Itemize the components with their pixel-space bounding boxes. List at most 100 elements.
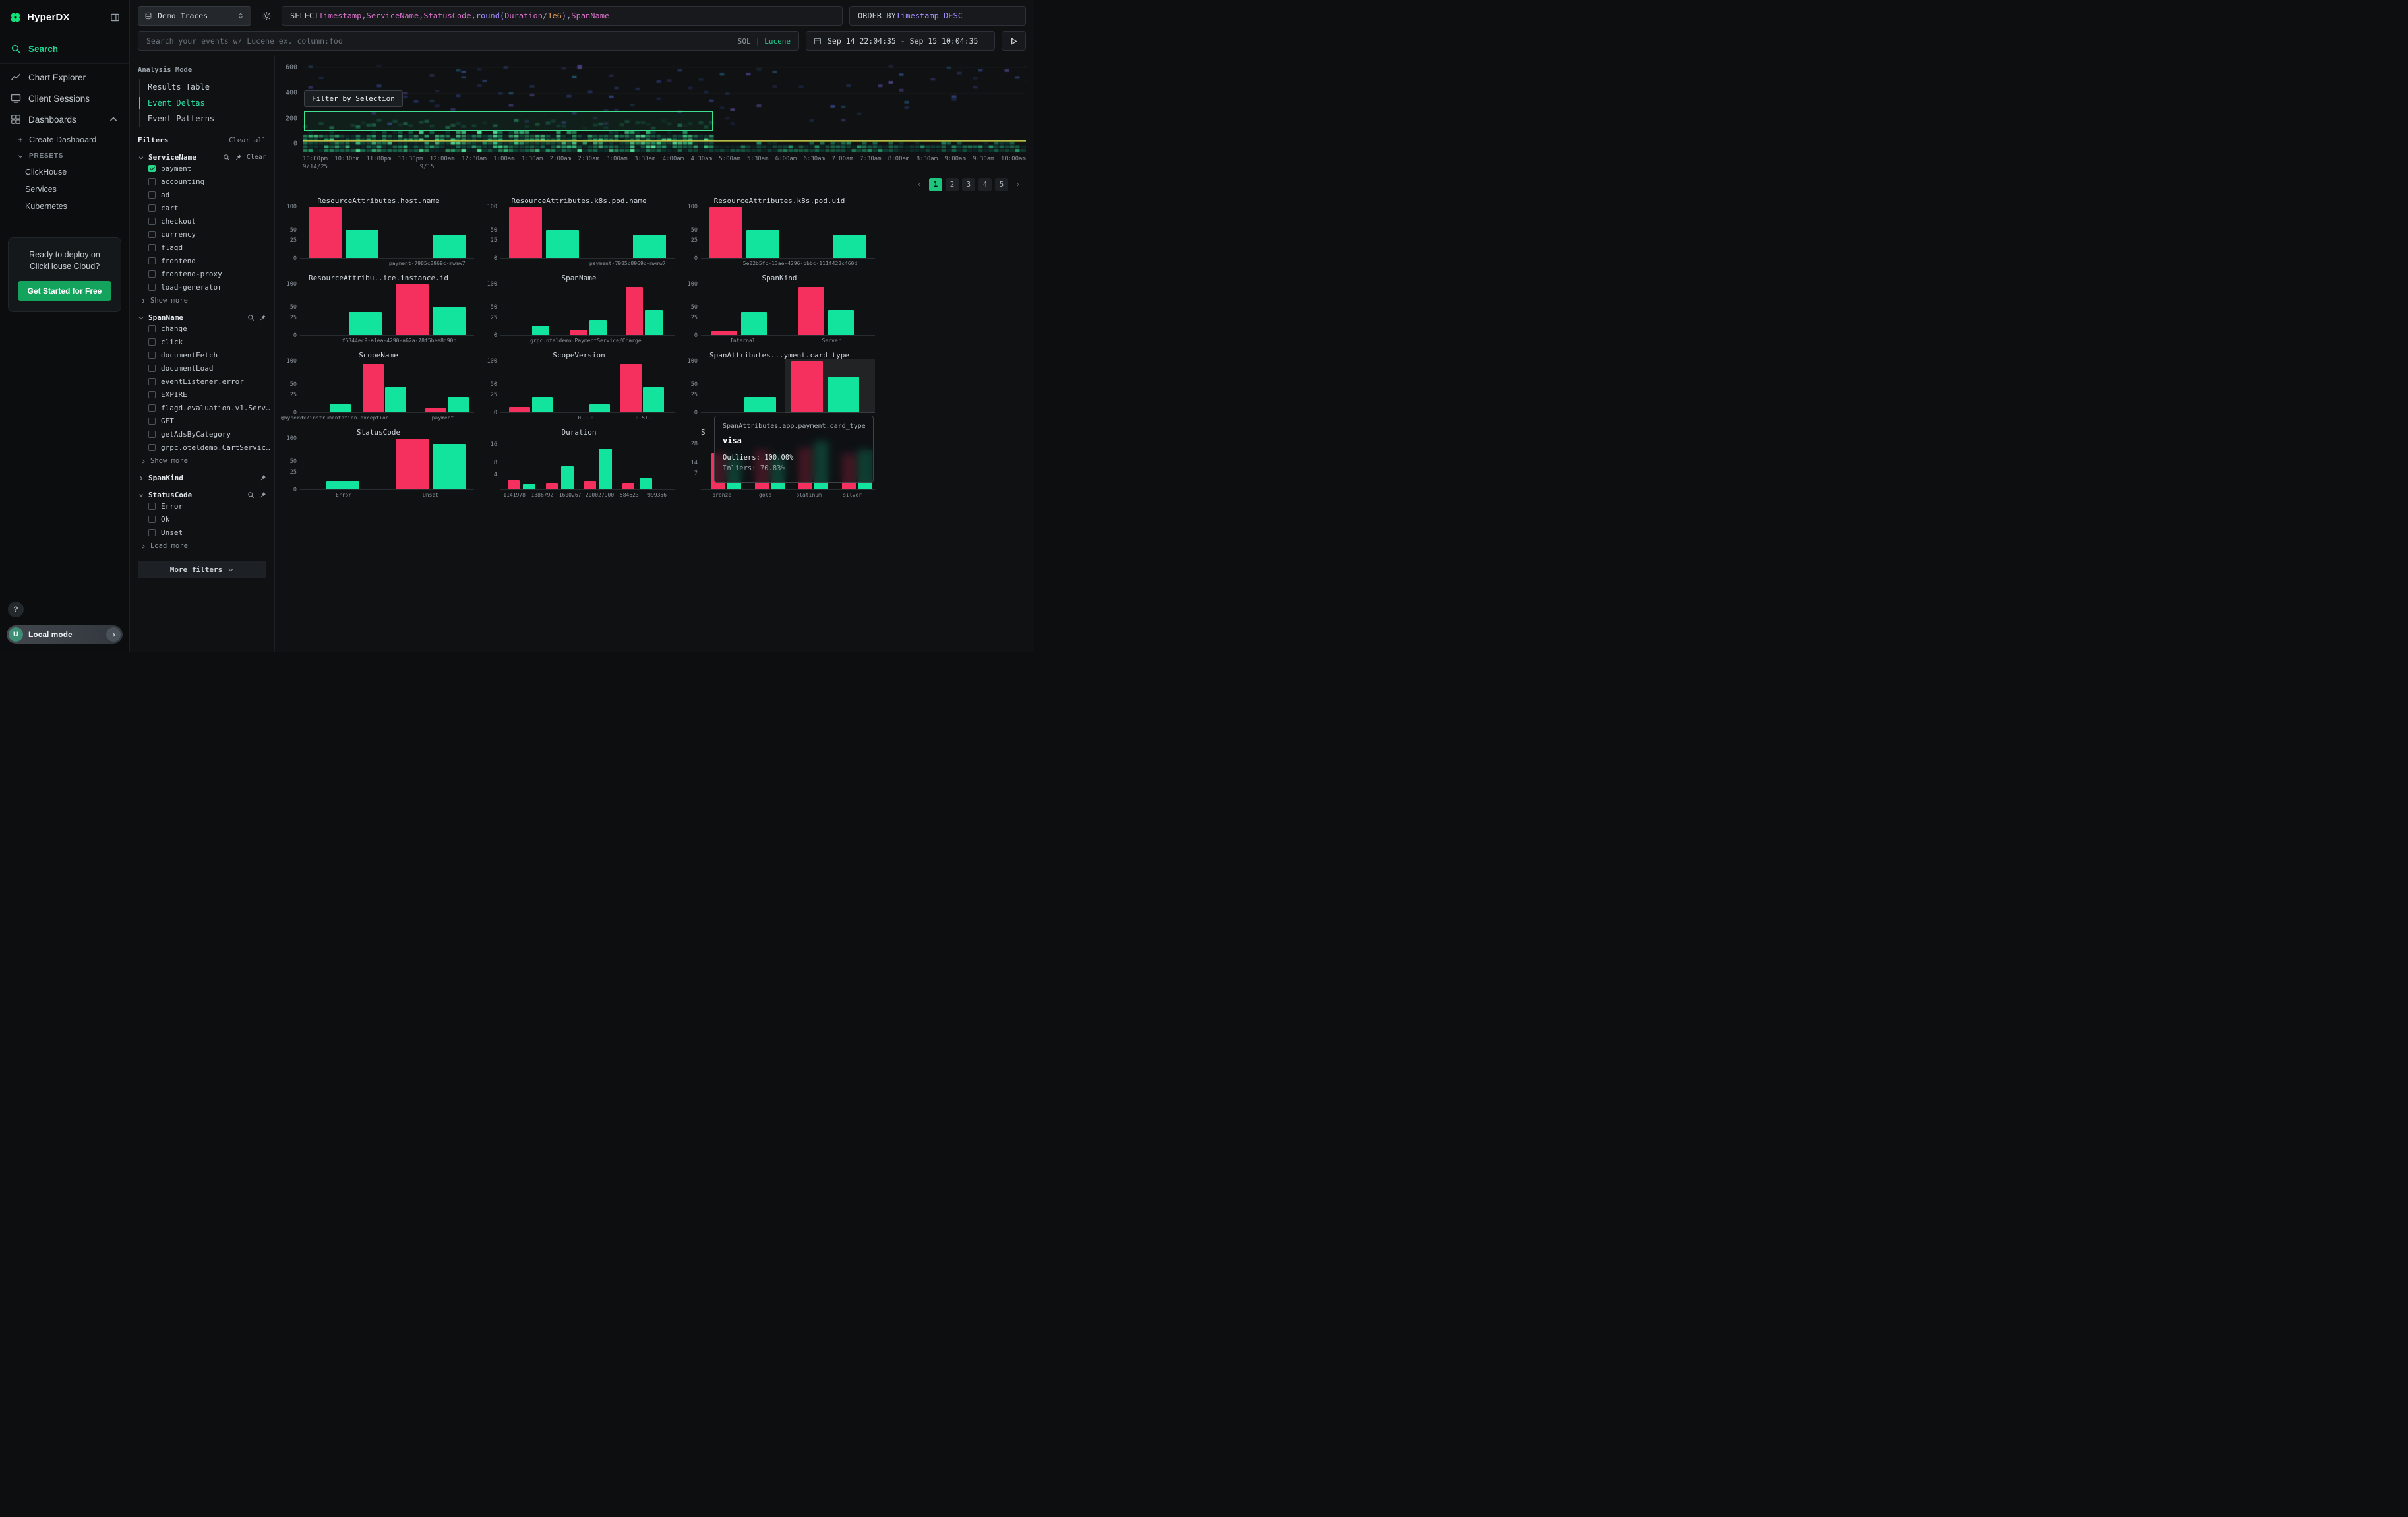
chart-plot[interactable]: [701, 284, 875, 336]
create-dashboard-button[interactable]: Create Dashboard: [0, 131, 129, 148]
filter-option-load-generator[interactable]: load-generator: [138, 280, 266, 294]
checkbox[interactable]: [148, 191, 156, 199]
checkbox[interactable]: [148, 257, 156, 264]
bar[interactable]: [396, 284, 429, 335]
checkbox[interactable]: [148, 378, 156, 385]
analysis-mode-event-patterns[interactable]: Event Patterns: [140, 111, 266, 127]
bar[interactable]: [508, 480, 520, 489]
filter-show-more-button[interactable]: Show more: [138, 454, 266, 465]
sidebar-item-chart-explorer[interactable]: Chart Explorer: [0, 67, 129, 88]
pin-icon[interactable]: [259, 491, 266, 499]
bar[interactable]: [346, 230, 378, 258]
bar[interactable]: [741, 312, 768, 335]
bar[interactable]: [349, 312, 382, 335]
bar[interactable]: [828, 310, 855, 336]
bar[interactable]: [584, 481, 596, 489]
lang-sql[interactable]: SQL: [738, 37, 751, 46]
checkbox[interactable]: [148, 325, 156, 332]
heatmap-selection-region[interactable]: [304, 111, 713, 131]
filter-option-change[interactable]: change: [138, 322, 266, 335]
bar[interactable]: [589, 404, 611, 412]
panel-collapse-icon[interactable]: [110, 13, 120, 22]
bar[interactable]: [532, 397, 553, 412]
bar[interactable]: [746, 230, 779, 258]
checkbox[interactable]: [148, 391, 156, 398]
bar[interactable]: [546, 230, 579, 258]
checkbox[interactable]: [148, 178, 156, 185]
sidebar-preset-kubernetes[interactable]: Kubernetes: [0, 198, 129, 215]
checkbox[interactable]: [148, 270, 156, 278]
lang-lucene[interactable]: Lucene: [764, 37, 791, 46]
bar[interactable]: [833, 235, 866, 258]
filter-option-eventlistener-error[interactable]: eventListener.error: [138, 375, 266, 388]
checkbox[interactable]: [148, 503, 156, 510]
bar[interactable]: [330, 404, 351, 412]
bar[interactable]: [622, 483, 634, 489]
get-started-button[interactable]: Get Started for Free: [18, 281, 111, 301]
bar[interactable]: [633, 235, 666, 258]
bar[interactable]: [396, 439, 429, 489]
chart-plot[interactable]: [500, 207, 675, 259]
pin-icon[interactable]: [235, 154, 242, 161]
bar[interactable]: [599, 449, 611, 489]
pagination-page-1[interactable]: 1: [929, 178, 942, 191]
filter-group-header[interactable]: SpanName: [138, 313, 266, 322]
language-toggle[interactable]: SQL | Lucene: [738, 37, 791, 46]
chart-plot[interactable]: [300, 439, 474, 490]
checkbox[interactable]: [148, 231, 156, 238]
pin-icon[interactable]: [259, 314, 266, 321]
bar[interactable]: [711, 331, 738, 335]
sidebar-item-client-sessions[interactable]: Client Sessions: [0, 88, 129, 109]
filter-option-ad[interactable]: ad: [138, 188, 266, 201]
bar[interactable]: [326, 481, 359, 489]
filter-group-header[interactable]: StatusCode: [138, 491, 266, 499]
bar[interactable]: [433, 444, 466, 489]
bar[interactable]: [509, 207, 542, 258]
bar[interactable]: [620, 364, 642, 412]
heatmap-canvas[interactable]: [303, 61, 1026, 153]
chart-plot[interactable]: [500, 361, 675, 413]
search-input[interactable]: [146, 36, 731, 46]
checkbox[interactable]: [148, 218, 156, 225]
filter-option-currency[interactable]: currency: [138, 228, 266, 241]
bar[interactable]: [626, 287, 643, 335]
bar[interactable]: [363, 364, 384, 412]
pagination-page-5[interactable]: 5: [995, 178, 1008, 191]
bar[interactable]: [509, 407, 530, 412]
checkbox[interactable]: [148, 365, 156, 372]
chart-plot[interactable]: [701, 361, 875, 413]
bar[interactable]: [589, 320, 607, 335]
filter-option-cart[interactable]: cart: [138, 201, 266, 214]
pagination-prev[interactable]: ‹: [913, 178, 926, 191]
filter-option-error[interactable]: Error: [138, 499, 266, 512]
search-icon[interactable]: [247, 314, 255, 321]
filter-option-expire[interactable]: EXPIRE: [138, 388, 266, 401]
filter-option-documentfetch[interactable]: documentFetch: [138, 348, 266, 361]
sidebar-preset-clickhouse[interactable]: ClickHouse: [0, 164, 129, 181]
sidebar-preset-services[interactable]: Services: [0, 181, 129, 198]
filter-option-frontend-proxy[interactable]: frontend-proxy: [138, 267, 266, 280]
bar[interactable]: [385, 387, 406, 413]
chart-plot[interactable]: [500, 284, 675, 336]
filter-option-grpc-oteldemo-cartservic[interactable]: grpc.oteldemo.CartServic…: [138, 441, 266, 454]
sidebar-item-search[interactable]: Search: [0, 38, 129, 59]
bar[interactable]: [561, 466, 573, 489]
bar[interactable]: [645, 310, 662, 336]
bar[interactable]: [523, 484, 535, 489]
bar[interactable]: [709, 207, 742, 258]
pin-icon[interactable]: [259, 474, 266, 481]
expand-user-menu[interactable]: [106, 627, 121, 642]
filter-group-header[interactable]: ServiceNameClear: [138, 153, 266, 162]
bar[interactable]: [532, 326, 549, 335]
sql-select-input[interactable]: SELECT Timestamp, ServiceName, StatusCod…: [282, 6, 843, 26]
filter-by-selection-button[interactable]: Filter by Selection: [304, 90, 403, 107]
search-icon[interactable]: [247, 491, 255, 499]
run-query-button[interactable]: [1002, 31, 1026, 51]
filter-option-frontend[interactable]: frontend: [138, 254, 266, 267]
pagination-page-3[interactable]: 3: [962, 178, 975, 191]
clear-all-filters-button[interactable]: Clear all: [229, 137, 266, 144]
local-mode-button[interactable]: U Local mode: [7, 625, 123, 644]
pagination-page-4[interactable]: 4: [978, 178, 992, 191]
filter-option-getadsbycategory[interactable]: getAdsByCategory: [138, 427, 266, 441]
bar[interactable]: [425, 408, 446, 412]
